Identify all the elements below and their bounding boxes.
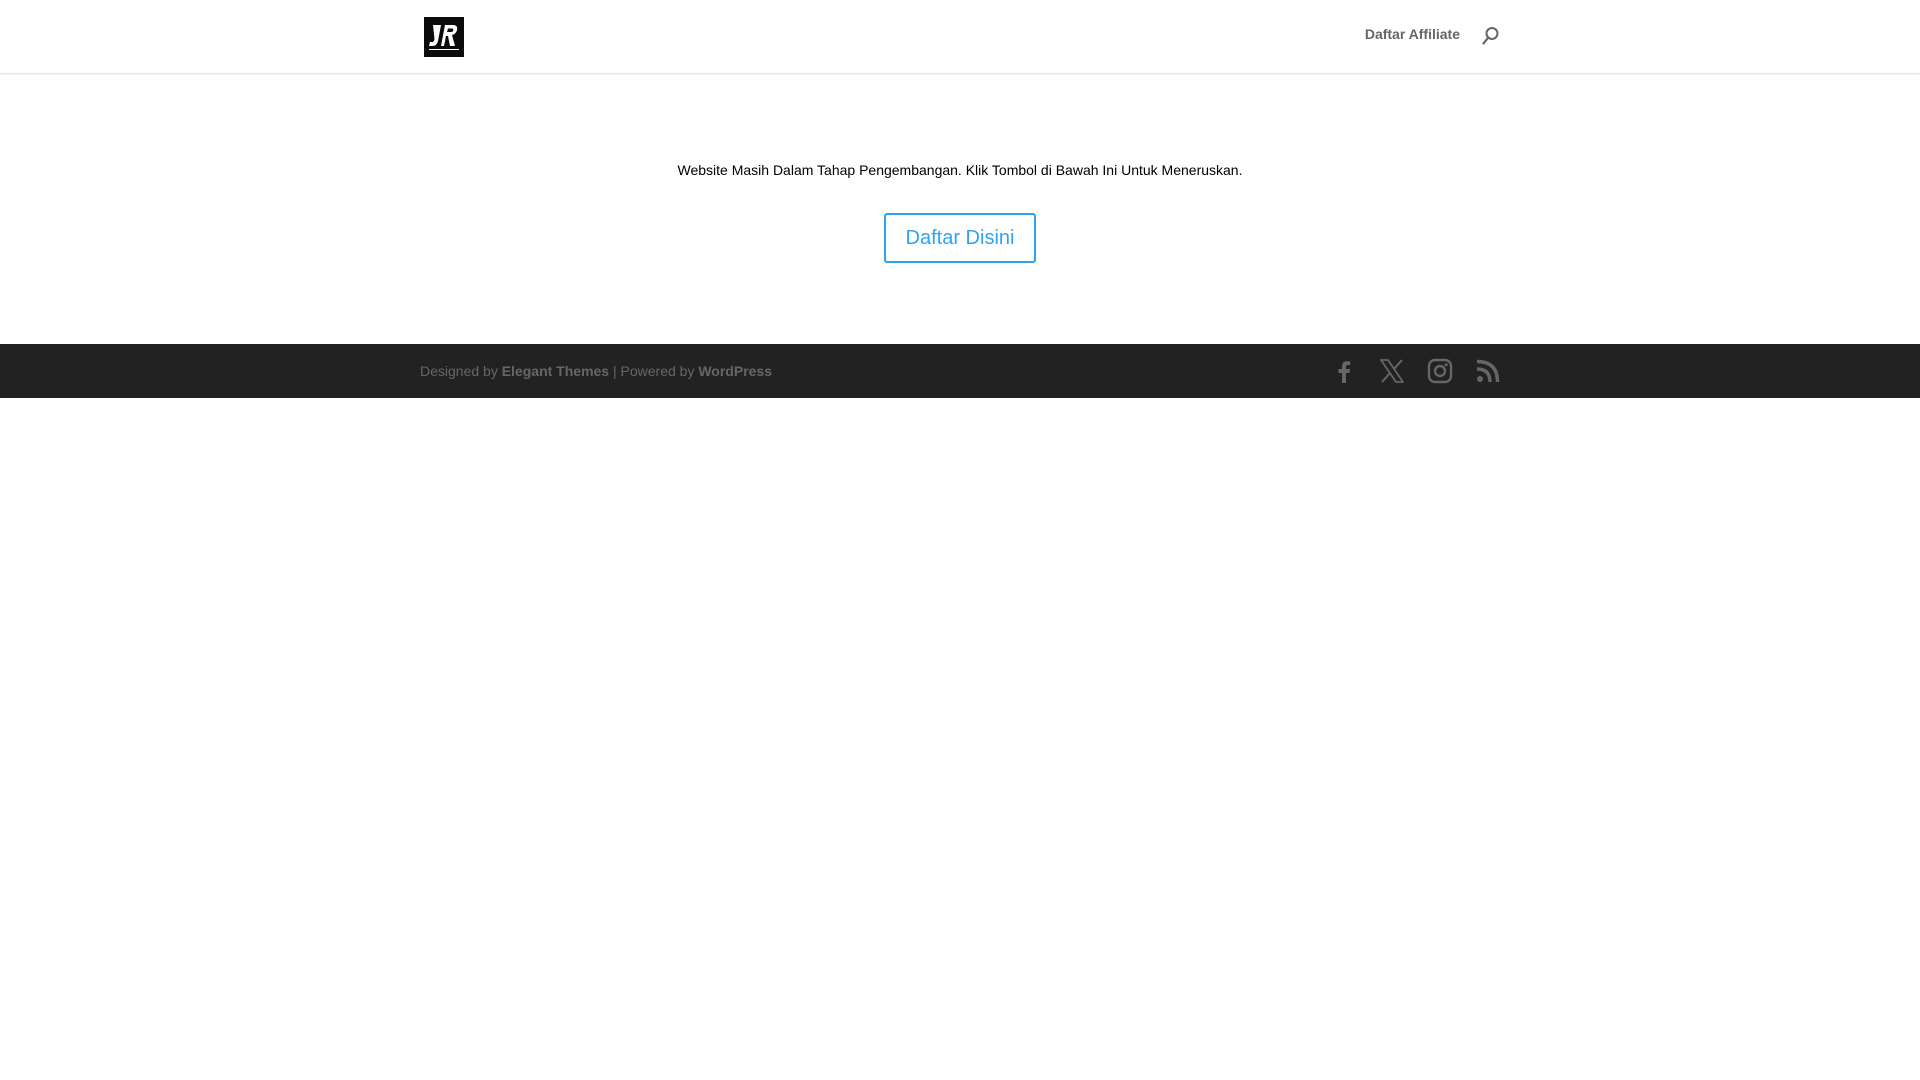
search-icon[interactable] xyxy=(1480,25,1502,47)
instagram-icon[interactable] xyxy=(1427,358,1453,384)
facebook-icon[interactable] xyxy=(1331,358,1357,384)
nav-daftar-affiliate[interactable]: Daftar Affiliate xyxy=(1365,25,1460,43)
main-content: Website Masih Dalam Tahap Pengembangan. … xyxy=(0,75,1920,344)
site-header: Daftar Affiliate xyxy=(0,0,1920,74)
elegant-themes-link[interactable]: Elegant Themes xyxy=(502,363,609,379)
credits-designed-by: Designed by xyxy=(420,363,498,379)
site-footer: Designed by Elegant Themes | Powered by … xyxy=(0,344,1920,398)
footer-credits: Designed by Elegant Themes | Powered by … xyxy=(420,362,772,380)
wordpress-link[interactable]: WordPress xyxy=(698,363,772,379)
x-icon[interactable] xyxy=(1379,358,1405,384)
credits-powered-by: | Powered by xyxy=(612,363,695,379)
jr-logo-icon xyxy=(424,17,464,57)
site-logo[interactable] xyxy=(424,17,464,57)
rss-icon[interactable] xyxy=(1475,358,1501,384)
daftar-disini-button[interactable]: Daftar Disini xyxy=(884,213,1036,263)
development-notice: Website Masih Dalam Tahap Pengembangan. … xyxy=(677,162,1243,178)
